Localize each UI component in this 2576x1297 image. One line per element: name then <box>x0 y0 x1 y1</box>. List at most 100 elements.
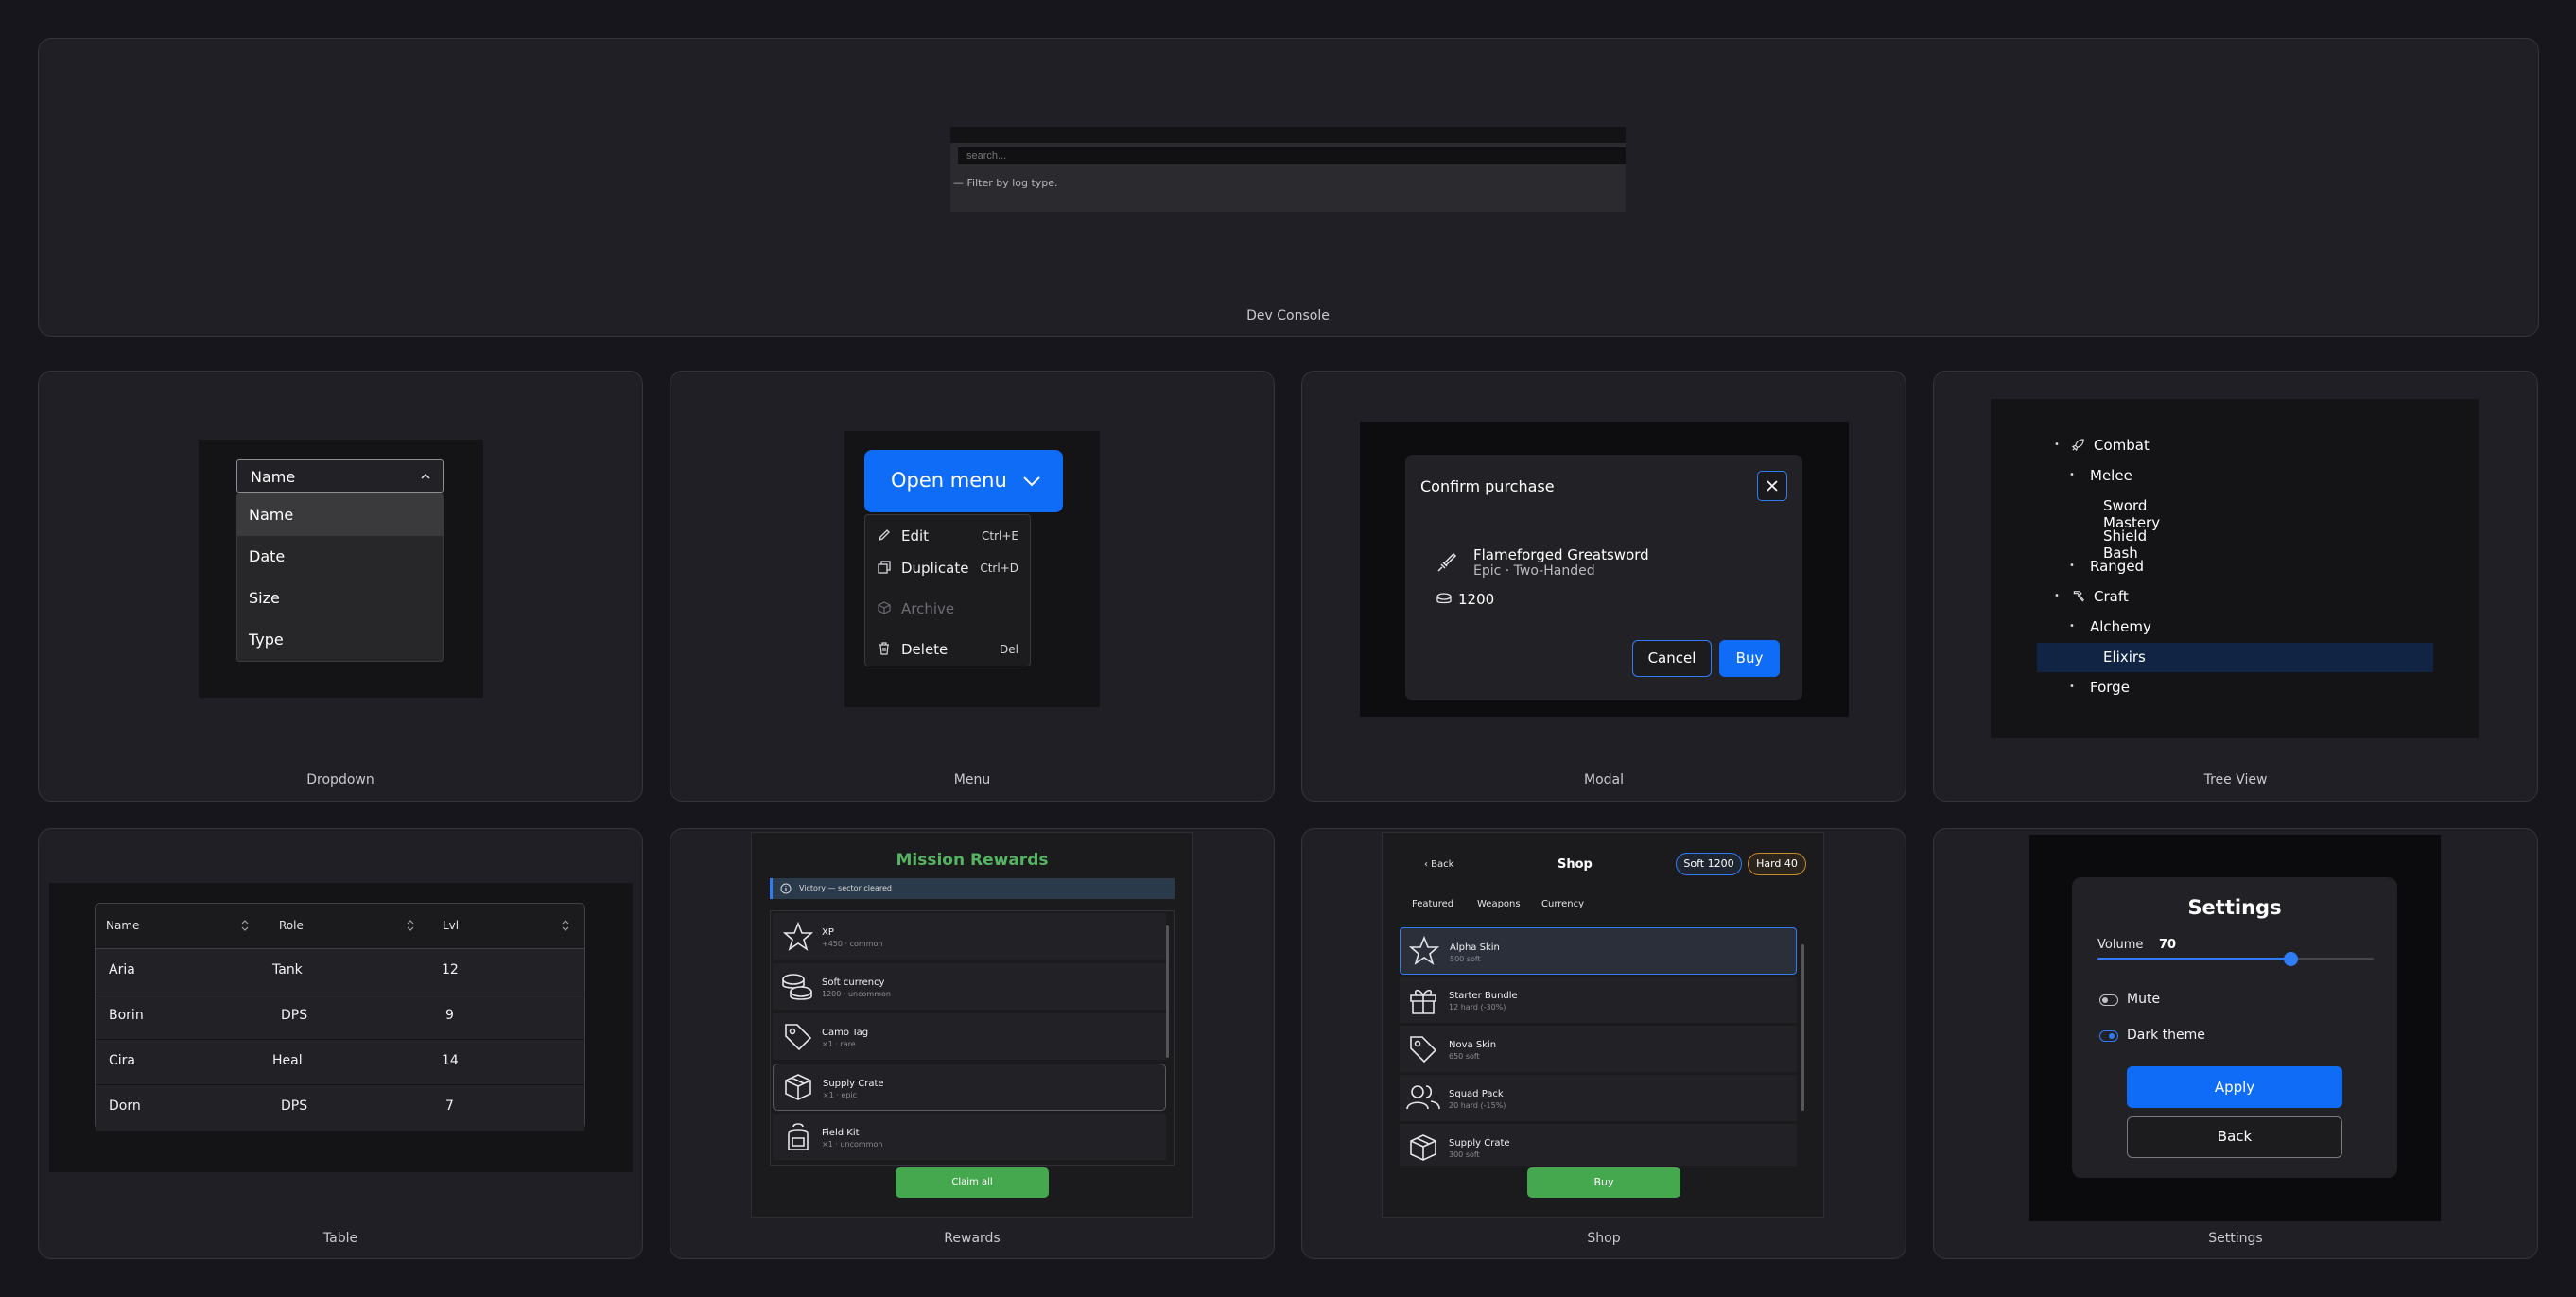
reward-name: XP <box>822 927 834 938</box>
column-header-role[interactable]: Role <box>279 919 304 932</box>
dev-console-search-input[interactable] <box>958 147 1626 164</box>
table-row[interactable]: Dorn DPS 7 <box>96 1085 584 1131</box>
tab-currency[interactable]: Currency <box>1541 899 1584 909</box>
column-header-name[interactable]: Name <box>106 919 139 932</box>
tree-node-label: Craft <box>2094 588 2129 605</box>
menu-card-label: Menu <box>953 772 991 787</box>
dev-console-panel: — Filter by log type. <box>950 127 1626 212</box>
volume-slider-thumb[interactable] <box>2284 952 2299 966</box>
tab-weapons[interactable]: Weapons <box>1477 899 1521 909</box>
tree-node-label: Alchemy <box>2090 618 2151 635</box>
settings-panel: Settings Volume 70 Mute Dark theme Apply… <box>2072 877 2397 1178</box>
table-row[interactable]: Aria Tank 12 <box>96 949 584 994</box>
backpack-icon <box>784 1121 812 1153</box>
menu-item-duplicate[interactable]: Duplicate Ctrl+D <box>865 551 1030 583</box>
buy-button[interactable]: Buy <box>1719 640 1780 677</box>
reward-detail: ×1 · epic <box>823 1091 858 1099</box>
cell-role: Tank <box>272 962 303 977</box>
trash-icon <box>877 641 892 656</box>
list-item[interactable]: Supply Crate 300 soft <box>1400 1124 1797 1166</box>
back-button[interactable]: Back <box>2127 1116 2342 1158</box>
bullet-icon: • <box>2069 561 2075 571</box>
tree-node-label: Forge <box>2090 679 2130 696</box>
dark-theme-toggle[interactable] <box>2099 1030 2118 1042</box>
close-icon <box>1767 480 1778 492</box>
list-item[interactable]: Nova Skin 650 soft <box>1400 1026 1797 1073</box>
column-header-lvl[interactable]: Lvl <box>443 919 459 932</box>
list-item[interactable]: Camo Tag ×1 · rare <box>773 1013 1166 1061</box>
list-item[interactable]: Field Kit ×1 · uncommon <box>773 1114 1166 1161</box>
tree-view-card-label: Tree View <box>2203 772 2268 787</box>
shop-item-name: Starter Bundle <box>1449 991 1518 1001</box>
list-item[interactable]: Supply Crate ×1 · epic <box>773 1064 1166 1111</box>
reward-detail: 1200 · uncommon <box>822 990 891 998</box>
sort-option-size[interactable]: Size <box>237 578 443 619</box>
cell-lvl: 12 <box>442 962 459 977</box>
shop-item-price: 12 hard (-30%) <box>1449 1003 1506 1012</box>
soft-currency-badge: Soft 1200 <box>1676 853 1742 875</box>
menu-item-archive-label: Archive <box>901 600 955 617</box>
dialog-close-button[interactable] <box>1757 471 1787 501</box>
shop-item-list[interactable]: Alpha Skin 500 soft Starter Bundle 12 ha… <box>1400 927 1808 1166</box>
shop-item-price: 20 hard (-15%) <box>1449 1101 1506 1110</box>
dark-theme-label: Dark theme <box>2127 1028 2205 1043</box>
mute-toggle[interactable] <box>2099 994 2118 1006</box>
menu-item-delete[interactable]: Delete Del <box>865 632 1030 665</box>
claim-all-button[interactable]: Claim all <box>896 1167 1049 1198</box>
shop-buy-button[interactable]: Buy <box>1527 1167 1680 1198</box>
tree-view-preview <box>1991 399 2479 738</box>
dev-console-filter-hint: — Filter by log type. <box>953 177 1058 189</box>
cancel-button[interactable]: Cancel <box>1632 640 1712 677</box>
bullet-icon: • <box>2069 621 2075 631</box>
dialog-title: Confirm purchase <box>1420 477 1555 495</box>
volume-slider[interactable] <box>2097 952 2374 966</box>
list-item[interactable]: Alpha Skin 500 soft <box>1400 927 1797 975</box>
rewards-screen: Mission Rewards Victory — sector cleared… <box>751 832 1193 1218</box>
shop-list-scrollbar[interactable] <box>1801 944 1804 1111</box>
table-row[interactable]: Borin DPS 9 <box>96 994 584 1040</box>
list-item[interactable]: XP +450 · common <box>773 913 1166 960</box>
party-table: Name Role Lvl Aria Tank 12 Borin DPS 9 C… <box>95 903 585 1131</box>
table-row[interactable]: Cira Heal 14 <box>96 1040 584 1085</box>
cell-lvl: 9 <box>445 1008 454 1023</box>
volume-value: 70 <box>2159 938 2177 952</box>
sort-icon[interactable] <box>241 920 249 931</box>
shop-item-name: Squad Pack <box>1449 1089 1504 1099</box>
tree-node-label: Melee <box>2090 467 2132 484</box>
reward-list-scrollbar[interactable] <box>1166 925 1169 1058</box>
info-icon <box>780 883 792 894</box>
menu-item-edit[interactable]: Edit Ctrl+E <box>865 519 1030 551</box>
reward-detail: ×1 · uncommon <box>822 1140 883 1149</box>
sort-option-type[interactable]: Type <box>237 619 443 661</box>
sort-icon[interactable] <box>407 920 414 931</box>
shop-card-label: Shop <box>1587 1231 1621 1246</box>
archive-box-icon <box>877 600 892 615</box>
apply-button[interactable]: Apply <box>2127 1066 2342 1108</box>
rocket-icon <box>2071 438 2085 452</box>
crate-icon <box>782 1071 814 1103</box>
list-item[interactable]: Starter Bundle 12 hard (-30%) <box>1400 977 1797 1024</box>
shop-item-price: 650 soft <box>1449 1052 1480 1061</box>
shop-item-name: Supply Crate <box>1449 1138 1510 1149</box>
menu-item-edit-label: Edit <box>901 527 930 545</box>
coins-icon <box>1436 592 1453 607</box>
sort-option-name[interactable]: Name <box>237 494 443 536</box>
sort-select[interactable]: Name <box>236 459 444 493</box>
list-item[interactable]: Squad Pack 20 hard (-15%) <box>1400 1075 1797 1122</box>
sort-icon[interactable] <box>562 920 569 931</box>
tree-selection-highlight <box>2037 643 2433 672</box>
shop-back-button[interactable]: ‹ Back <box>1424 859 1453 870</box>
shop-item-price: 300 soft <box>1449 1150 1480 1159</box>
cell-role: DPS <box>281 1098 308 1114</box>
menu-item-edit-shortcut: Ctrl+E <box>982 529 1018 543</box>
copy-icon <box>877 560 892 575</box>
bullet-icon: • <box>2054 591 2060 601</box>
reward-name: Field Kit <box>822 1128 860 1138</box>
list-item[interactable]: Soft currency 1200 · uncommon <box>773 963 1166 1011</box>
reward-list[interactable]: XP +450 · common Soft currency 1200 · un… <box>770 910 1175 1166</box>
tab-featured[interactable]: Featured <box>1412 899 1453 909</box>
sort-option-date[interactable]: Date <box>237 536 443 578</box>
reward-detail: +450 · common <box>822 940 883 948</box>
open-menu-button[interactable]: Open menu <box>864 450 1063 512</box>
menu-item-delete-shortcut: Del <box>1000 643 1018 656</box>
